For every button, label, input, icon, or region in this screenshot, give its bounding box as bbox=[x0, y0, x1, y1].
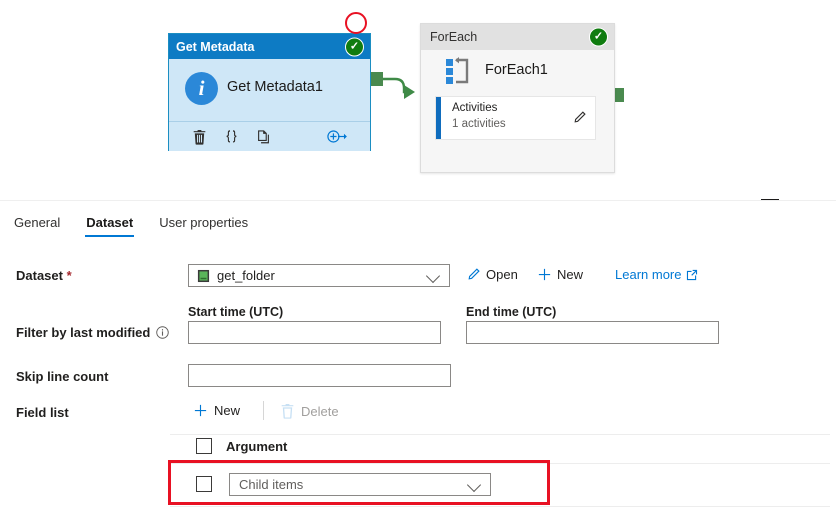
plus-icon bbox=[537, 267, 552, 282]
foreach-loop-icon bbox=[446, 57, 476, 85]
external-link-icon bbox=[686, 269, 698, 281]
foreach-input-arrow bbox=[404, 85, 415, 99]
get-metadata-node-title: Get Metadata bbox=[176, 39, 255, 54]
open-label: Open bbox=[486, 267, 518, 282]
get-metadata-activity-node[interactable]: Get Metadata ✓ i Get Metadata1 bbox=[168, 33, 371, 151]
field-list-divider bbox=[170, 434, 830, 435]
check-circle-icon: ✓ bbox=[345, 37, 364, 56]
activities-count: 1 activities bbox=[452, 118, 506, 130]
foreach-activity-node[interactable]: ForEach ✓ ForEach1 Activities 1 activiti… bbox=[420, 23, 615, 173]
start-time-input[interactable] bbox=[188, 321, 441, 344]
tab-user-properties[interactable]: User properties bbox=[159, 215, 248, 237]
filter-by-last-modified-label: Filter by last modified bbox=[16, 325, 170, 340]
foreach-activities-box[interactable]: Activities 1 activities bbox=[435, 96, 596, 140]
field-list-column-argument: Argument bbox=[226, 439, 288, 454]
field-list-label: Field list bbox=[16, 405, 69, 420]
learn-more-label: Learn more bbox=[615, 267, 682, 282]
tab-general[interactable]: General bbox=[14, 215, 60, 237]
get-metadata-node-toolbar bbox=[169, 121, 370, 151]
pipeline-canvas: Get Metadata ✓ i Get Metadata1 ForEach ✓… bbox=[0, 0, 836, 200]
field-list-header-checkbox[interactable] bbox=[196, 438, 212, 454]
code-braces-icon[interactable] bbox=[215, 129, 247, 145]
new-dataset-button[interactable]: New bbox=[537, 267, 583, 282]
toolbar-divider bbox=[263, 401, 264, 420]
red-circle-annotation bbox=[345, 12, 367, 34]
properties-panel: General Dataset User properties Dataset … bbox=[0, 200, 836, 521]
plus-icon bbox=[193, 403, 208, 418]
new-label: New bbox=[557, 267, 584, 282]
field-list-new-button[interactable]: New bbox=[193, 403, 240, 418]
field-list-row-divider bbox=[170, 463, 830, 464]
pencil-icon bbox=[466, 267, 481, 282]
check-circle-icon: ✓ bbox=[589, 27, 608, 47]
trash-icon bbox=[280, 403, 295, 419]
field-list-delete-label: Delete bbox=[301, 403, 339, 419]
add-output-icon[interactable] bbox=[322, 129, 354, 144]
pencil-icon[interactable] bbox=[572, 110, 587, 130]
field-list-delete-button[interactable]: Delete bbox=[280, 403, 339, 419]
field-list-row-checkbox[interactable] bbox=[196, 476, 212, 492]
activities-label: Activities bbox=[452, 102, 498, 114]
dataset-icon bbox=[197, 269, 210, 288]
foreach-activity-name: ForEach1 bbox=[485, 62, 548, 78]
skip-line-count-label: Skip line count bbox=[16, 369, 109, 384]
get-metadata-node-body: i Get Metadata1 bbox=[169, 59, 370, 151]
tab-dataset[interactable]: Dataset bbox=[85, 215, 135, 237]
dataset-dropdown[interactable]: get_folder bbox=[188, 264, 450, 287]
field-list-new-label: New bbox=[214, 403, 241, 418]
end-time-input[interactable] bbox=[466, 321, 719, 344]
field-list-row-value: Child items bbox=[239, 477, 304, 492]
get-metadata-node-header: Get Metadata ✓ bbox=[169, 34, 370, 59]
open-dataset-button[interactable]: Open bbox=[466, 267, 518, 282]
field-list-row-dropdown[interactable]: Child items bbox=[229, 473, 491, 496]
dataset-label: Dataset * bbox=[16, 268, 72, 283]
learn-more-link[interactable]: Learn more bbox=[615, 267, 698, 282]
end-time-label: End time (UTC) bbox=[466, 305, 557, 319]
chevron-down-icon[interactable] bbox=[425, 268, 441, 284]
info-icon: i bbox=[185, 72, 218, 105]
required-asterisk: * bbox=[66, 268, 72, 283]
foreach-node-header: ForEach ✓ bbox=[421, 24, 614, 50]
field-list-row-bottom-divider bbox=[170, 506, 830, 507]
info-circle-icon[interactable] bbox=[156, 326, 170, 339]
foreach-node-title: ForEach bbox=[430, 30, 478, 44]
clone-icon[interactable] bbox=[247, 129, 279, 145]
get-metadata-activity-name: Get Metadata1 bbox=[227, 79, 323, 95]
dataset-value: get_folder bbox=[217, 268, 275, 283]
skip-line-count-input[interactable] bbox=[188, 364, 451, 387]
activities-accent-bar bbox=[436, 97, 441, 139]
chevron-down-icon[interactable] bbox=[466, 477, 482, 493]
delete-icon[interactable] bbox=[183, 129, 215, 145]
connector-line bbox=[383, 77, 406, 94]
get-metadata-output-port[interactable] bbox=[369, 72, 383, 86]
start-time-label: Start time (UTC) bbox=[188, 305, 284, 319]
panel-tabs: General Dataset User properties bbox=[0, 215, 274, 247]
